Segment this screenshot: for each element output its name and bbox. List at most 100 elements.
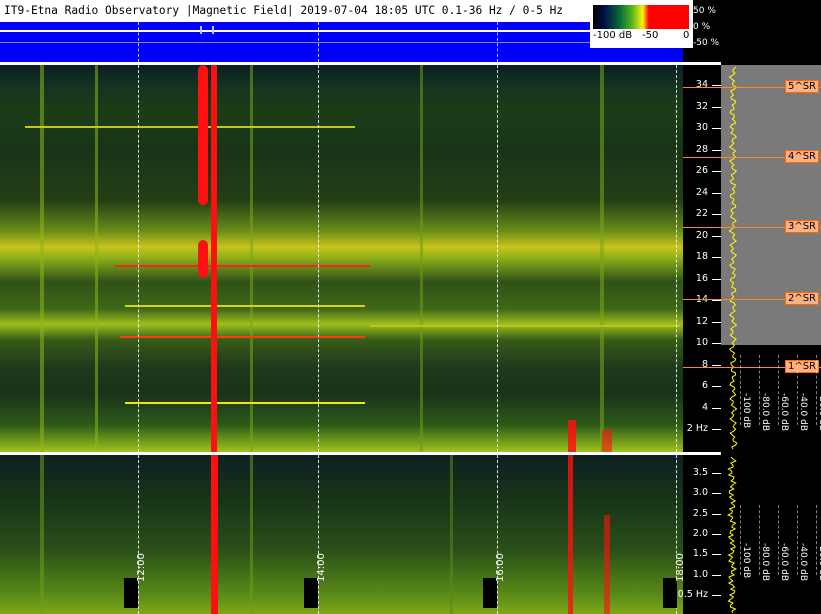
freq-tick-label: 1.0 <box>692 568 708 580</box>
freq-tick-label: 0.5 Hz <box>677 588 708 600</box>
interference-line <box>370 325 680 327</box>
freq-tick <box>712 594 721 596</box>
burst-red <box>211 65 217 452</box>
interference-line <box>120 336 365 338</box>
burst-red <box>602 430 612 452</box>
freq-tick <box>712 493 721 495</box>
signal-streak <box>40 455 44 614</box>
time-gridline <box>497 455 498 614</box>
amplitude-trace <box>0 30 683 32</box>
signal-streak <box>250 65 253 452</box>
freq-tick-label: 32 <box>695 100 708 112</box>
freq-tick-label: 2.0 <box>692 527 708 539</box>
signal-streak <box>40 65 44 452</box>
freq-tick <box>712 214 721 215</box>
time-gridline <box>318 455 319 614</box>
freq-tick-label: 28 <box>695 143 708 155</box>
spectrum-line-lower <box>726 456 738 614</box>
spectrum-trace <box>726 66 738 614</box>
page-title: IT9-Etna Radio Observatory |Magnetic Fie… <box>0 0 590 22</box>
legend-min-label: -100 dB <box>593 30 633 41</box>
observatory-display: IT9-Etna Radio Observatory |Magnetic Fie… <box>0 0 821 614</box>
freq-tick <box>712 149 721 151</box>
amp-label: 0 % <box>693 22 711 32</box>
freq-tick <box>712 257 721 258</box>
interference-line <box>125 402 365 404</box>
amp-label: 50 % <box>693 6 716 16</box>
signal-streak <box>250 455 253 614</box>
freq-tick-label: 8 <box>701 358 708 370</box>
db-label: -100 dB <box>741 543 751 579</box>
time-label: 18:00 <box>663 553 686 608</box>
burst-red <box>604 515 610 614</box>
color-scale-legend: -100 dB -50 0 <box>590 0 693 48</box>
interference-line <box>25 126 355 128</box>
schumann-label: 4^SR <box>784 150 819 164</box>
amp-label: -50 % <box>693 38 720 48</box>
freq-tick <box>712 429 721 430</box>
freq-tick-label: 2 Hz <box>686 423 708 434</box>
interference-line <box>115 265 370 267</box>
amplitude-zero-line <box>0 42 683 43</box>
freq-tick-label: 6 <box>701 380 708 391</box>
freq-tick-label: 22 <box>695 208 708 219</box>
color-scale-bar <box>593 5 689 29</box>
freq-tick <box>712 278 721 280</box>
db-label: -80.0 dB <box>760 393 770 432</box>
time-gridline <box>138 455 139 614</box>
freq-tick <box>712 171 721 172</box>
time-gridline <box>676 65 677 452</box>
freq-tick <box>712 300 721 301</box>
time-gridline <box>318 65 319 452</box>
freq-tick <box>712 407 721 409</box>
schumann-label: 3^SR <box>784 219 819 233</box>
freq-tick <box>712 192 721 194</box>
spectrum-line-upper <box>728 66 738 450</box>
db-label: -60.0 dB <box>779 393 789 432</box>
freq-tick <box>712 533 721 535</box>
freq-tick <box>712 473 721 474</box>
freq-tick-label: 2.5 <box>692 507 708 519</box>
freq-tick <box>712 343 721 344</box>
freq-tick-label: 16 <box>695 272 708 284</box>
amplitude-scale: 50 % 0 % -50 % <box>693 4 723 52</box>
freq-tick-label: 24 <box>695 186 708 198</box>
freq-tick <box>712 554 721 556</box>
freq-tick <box>712 364 721 366</box>
time-gridline <box>318 22 319 62</box>
db-label: -20.0 dB <box>817 543 821 582</box>
freq-tick-label: 34 <box>695 79 708 90</box>
frequency-axis-lower: 3.5 3.0 2.5 2.0 1.5 1.0 0.5 Hz <box>678 455 721 614</box>
freq-tick-label: 4 <box>701 401 708 413</box>
freq-tick-label: 3.0 <box>692 487 708 499</box>
freq-tick-label: 18 <box>695 251 708 262</box>
frequency-axis-upper: 343230282624222018161412108642 Hz <box>683 65 721 452</box>
freq-tick <box>712 235 721 237</box>
freq-tick <box>712 386 721 387</box>
spectrogram-lower <box>0 455 683 614</box>
schumann-label: 5^SR <box>784 80 819 94</box>
db-label: -40.0 dB <box>798 543 808 582</box>
db-label: -60.0 dB <box>779 543 789 582</box>
freq-tick <box>712 85 721 86</box>
freq-tick <box>712 513 721 515</box>
burst-red <box>568 455 573 614</box>
burst-red <box>198 65 208 205</box>
freq-tick <box>712 106 721 108</box>
legend-mid-label: -50 <box>642 30 659 41</box>
burst-red <box>568 420 576 452</box>
freq-tick-label: 26 <box>695 165 708 176</box>
freq-tick-label: 12 <box>695 315 708 327</box>
signal-streak <box>420 65 423 452</box>
freq-tick-label: 30 <box>695 122 708 133</box>
schumann-label: 1^SR <box>784 359 819 373</box>
db-label: -80.0 dB <box>760 543 770 582</box>
time-label: 16:00 <box>483 553 506 608</box>
amplitude-spike <box>212 26 214 34</box>
freq-tick <box>712 128 721 129</box>
freq-tick-label: 1.5 <box>692 548 708 560</box>
amplitude-strip <box>0 22 683 62</box>
freq-tick <box>712 574 721 576</box>
time-gridline <box>138 65 139 452</box>
legend-max-label: 0 <box>683 30 690 41</box>
